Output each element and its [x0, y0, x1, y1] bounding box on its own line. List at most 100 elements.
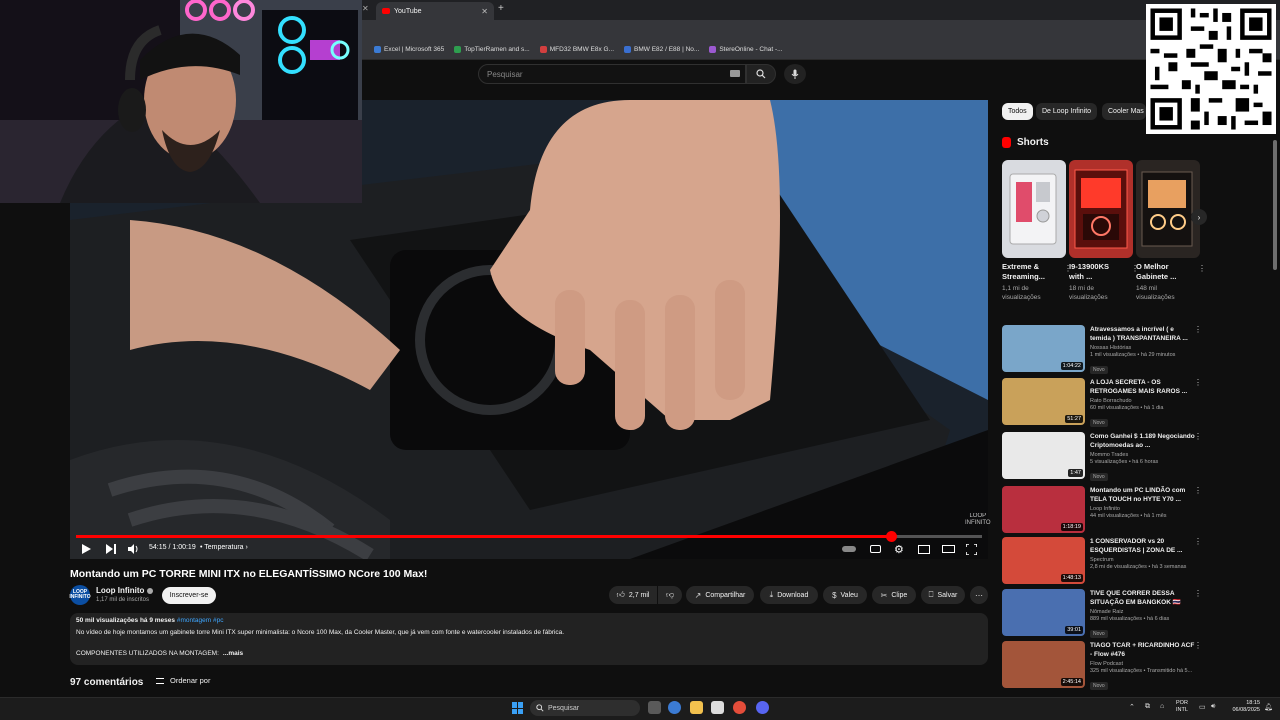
next-button[interactable]	[106, 542, 116, 556]
system-clock[interactable]: 18:15 06/08/2025	[1226, 700, 1260, 714]
shorts-next-button[interactable]: ›	[1191, 209, 1207, 225]
recommendation-item[interactable]: 1:48:13 1 CONSERVADOR vs 20 ESQUERDISTAS …	[1002, 537, 1202, 585]
more-vertical-icon[interactable]: ⋮	[1194, 537, 1202, 546]
play-button[interactable]	[82, 542, 91, 556]
short-item[interactable]: I9-13900KS with ... 18 mi de visualizações…	[1069, 160, 1139, 302]
chip-from-channel[interactable]: De Loop Infinito	[1036, 103, 1098, 120]
share-button[interactable]: ↗ Compartilhar	[686, 586, 754, 604]
clip-button[interactable]: ✂ Clipe	[872, 586, 916, 604]
video-progress-bar[interactable]	[76, 531, 982, 542]
chevron-up-icon[interactable]: ⌃	[1129, 703, 1135, 711]
more-vertical-icon[interactable]: ⋮	[1194, 486, 1202, 495]
short-thumbnail[interactable]	[1002, 160, 1066, 258]
search-input[interactable]: Pesquisar	[478, 64, 746, 84]
browser-tab-youtube[interactable]: YouTube ✕	[376, 2, 494, 20]
taskbar-search-input[interactable]: Pesquisar	[530, 700, 640, 716]
tab-close-icon[interactable]: ✕	[362, 4, 369, 13]
file-explorer-icon[interactable]	[690, 701, 703, 714]
chip-all[interactable]: Todos	[1002, 103, 1033, 120]
recommendation-item[interactable]: 2:45:14 TIAGO TCAR + RICARDINHO ACF - Flo…	[1002, 641, 1202, 690]
theater-mode-button[interactable]	[942, 542, 955, 556]
scrollbar-thumb[interactable]	[1273, 140, 1277, 270]
short-thumbnail[interactable]	[1136, 160, 1200, 258]
recommendation-channel[interactable]: Rato Borrachudo	[1090, 398, 1196, 404]
recommendation-title[interactable]: Como Ganhei $ 1.189 Negociando Criptomoe…	[1090, 432, 1196, 450]
recommendation-title[interactable]: 1 CONSERVADOR vs 20 ESQUERDISTAS | ZONA …	[1090, 537, 1196, 555]
chapter-label[interactable]: • Temperatura ›	[200, 544, 248, 551]
display-icon[interactable]: ▭	[1199, 703, 1206, 711]
start-button[interactable]	[512, 702, 524, 714]
thanks-button[interactable]: $ Valeu	[823, 586, 867, 604]
bookmark-item[interactable]: Excel | Microsoft 365	[374, 46, 444, 53]
subscribe-button[interactable]: Inscrever-se	[162, 587, 216, 604]
more-vertical-icon[interactable]: ⋮	[1194, 432, 1202, 441]
recommendation-thumbnail[interactable]: 1:48:13	[1002, 537, 1085, 584]
recommendation-title[interactable]: TIVE QUE CORRER DESSA SITUAÇÃO EM BANGKO…	[1090, 589, 1196, 607]
recommendation-item[interactable]: 51:27 A LOJA SECRETA - OS RETROGAMES MAIS…	[1002, 378, 1202, 427]
network-icon[interactable]: ⌂	[1160, 703, 1164, 710]
recommendation-channel[interactable]: Nômade Raiz	[1090, 609, 1196, 615]
more-vertical-icon[interactable]: ⋮	[1198, 264, 1206, 273]
download-button[interactable]: ⤓ Download	[760, 586, 818, 604]
more-vertical-icon[interactable]: ⋮	[1194, 641, 1202, 650]
short-item[interactable]: Extreme & Streaming... 1,1 mi de visualiza…	[1002, 160, 1072, 302]
recommendation-channel[interactable]: Spectrum	[1090, 557, 1196, 563]
notifications-icon[interactable]: 🔔︎	[1264, 703, 1273, 711]
miniplayer-button[interactable]	[918, 542, 930, 556]
copilot-icon[interactable]	[668, 701, 681, 714]
tab-close-icon[interactable]: ✕	[481, 7, 488, 16]
keyboard-icon[interactable]	[730, 70, 740, 77]
recommendation-item[interactable]: 1:47 Como Ganhei $ 1.189 Negociando Cript…	[1002, 432, 1202, 481]
subtitles-button[interactable]	[870, 542, 881, 556]
task-view-icon[interactable]	[648, 701, 661, 714]
recommendation-thumbnail[interactable]: 51:27	[1002, 378, 1085, 425]
recommendation-thumbnail[interactable]: 1:47	[1002, 432, 1085, 479]
bookmark-item[interactable]: StereOnline - Chat -...	[709, 46, 783, 53]
recommendation-title[interactable]: Montando um PC LINDÃO com TELA TOUCH no …	[1090, 486, 1196, 504]
more-vertical-icon[interactable]: ⋮	[1194, 325, 1202, 334]
recommendation-title[interactable]: Atravessamos a incrível ( e temida ) TRA…	[1090, 325, 1196, 343]
description-more-link[interactable]: ...mais	[223, 650, 243, 657]
chrome-icon[interactable]	[733, 701, 746, 714]
chip-cooler-master[interactable]: Cooler Mas	[1102, 103, 1146, 120]
voice-search-button[interactable]	[784, 64, 806, 84]
app-tray-icon[interactable]: ⧉	[1145, 703, 1150, 711]
recommendation-item[interactable]: 1:04:22 Atravessamos a incrível ( e temid…	[1002, 325, 1202, 374]
short-thumbnail[interactable]	[1069, 160, 1133, 258]
like-button[interactable]: 👍︎ 2,7 mil	[609, 586, 657, 604]
recommendation-channel[interactable]: Mommo Trades	[1090, 452, 1196, 458]
speaker-icon[interactable]: 🔊︎	[1211, 703, 1215, 711]
store-icon[interactable]	[711, 701, 724, 714]
discord-icon[interactable]	[756, 701, 769, 714]
recommendation-thumbnail[interactable]: 1:04:22	[1002, 325, 1085, 372]
sort-comments-button[interactable]: Ordenar por	[156, 676, 210, 685]
recommendation-item[interactable]: 39:01 TIVE QUE CORRER DESSA SITUAÇÃO EM B…	[1002, 589, 1202, 638]
fullscreen-button[interactable]	[966, 542, 977, 556]
short-item[interactable]: O Melhor Gabinete ... 148 mil visualizaçõe…	[1136, 160, 1206, 302]
channel-avatar[interactable]: LOOP INFINITO	[69, 585, 91, 605]
recommendation-channel[interactable]: Loop Infinito	[1090, 506, 1196, 512]
dislike-button[interactable]: 👎︎	[658, 586, 682, 604]
recommendation-title[interactable]: A LOJA SECRETA - OS RETROGAMES MAIS RARO…	[1090, 378, 1196, 396]
bookmark-item[interactable]: MFD32 BMW E8x G...	[539, 46, 614, 53]
autoplay-toggle[interactable]	[842, 542, 856, 556]
recommendation-channel[interactable]: Flow Podcast	[1090, 661, 1196, 667]
recommendation-thumbnail[interactable]: 1:18:19	[1002, 486, 1085, 533]
new-tab-plus-icon[interactable]: +	[498, 3, 504, 14]
language-indicator[interactable]: POR INTL	[1176, 700, 1188, 714]
more-vertical-icon[interactable]: ⋮	[1194, 589, 1202, 598]
hashtags[interactable]: #montagem #pc	[177, 617, 224, 624]
recommendation-channel[interactable]: Nossas Histórias	[1090, 345, 1196, 351]
recommendation-item[interactable]: 1:18:19 Montando um PC LINDÃO com TELA TO…	[1002, 486, 1202, 534]
recommendation-title[interactable]: TIAGO TCAR + RICARDINHO ACF - Flow #476	[1090, 641, 1196, 659]
save-button[interactable]: ⎕ Salvar	[921, 586, 965, 604]
more-actions-button[interactable]: ⋯	[970, 586, 988, 604]
volume-button[interactable]	[128, 542, 139, 556]
settings-button[interactable]: ⚙	[894, 542, 904, 556]
bookmark-item[interactable]: TopTierRamen and s...	[454, 46, 530, 53]
description-box[interactable]: 50 mil visualizações há 9 meses #montage…	[70, 613, 988, 665]
bookmark-item[interactable]: BMW E82 / E88 | No...	[624, 46, 699, 53]
recommendation-thumbnail[interactable]: 2:45:14	[1002, 641, 1085, 688]
recommendation-thumbnail[interactable]: 39:01	[1002, 589, 1085, 636]
more-vertical-icon[interactable]: ⋮	[1194, 378, 1202, 387]
